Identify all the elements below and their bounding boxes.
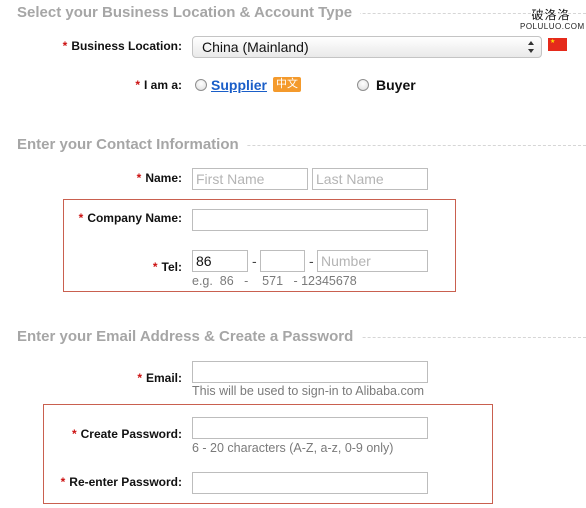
company-name-input[interactable] — [192, 209, 428, 231]
company-name-label: * Company Name: — [78, 211, 182, 225]
section-title-contact: Enter your Contact Information — [17, 136, 247, 153]
email-input[interactable] — [192, 361, 428, 383]
business-location-select[interactable]: China (Mainland) — [192, 36, 542, 58]
first-name-input[interactable] — [192, 168, 308, 190]
section-title-email-password: Enter your Email Address & Create a Pass… — [17, 328, 362, 345]
tel-country-code-input[interactable] — [192, 250, 248, 272]
reenter-password-input[interactable] — [192, 472, 428, 494]
china-flag-icon: ★ — [548, 38, 567, 51]
select-arrows-icon — [528, 41, 534, 53]
watermark-latin: POLULUO.COM — [520, 22, 585, 31]
name-label: * Name: — [136, 171, 182, 185]
buyer-label[interactable]: Buyer — [376, 77, 416, 93]
tel-separator: - — [252, 253, 257, 269]
tel-separator: - — [309, 253, 314, 269]
reenter-password-label: * Re-enter Password: — [60, 475, 182, 489]
iam-label: * I am a: — [135, 78, 182, 92]
email-label: * Email: — [137, 371, 182, 385]
tel-label: * Tel: — [152, 260, 182, 274]
password-hint: 6 - 20 characters (A-Z, a-z, 0-9 only) — [192, 441, 394, 455]
tel-example-hint: e.g. 86 - 571 - 12345678 — [192, 274, 357, 288]
tel-number-input[interactable] — [317, 250, 428, 272]
chinese-version-badge[interactable]: 中文 — [273, 77, 301, 92]
tel-area-code-input[interactable] — [260, 250, 305, 272]
required-mark: * — [62, 39, 68, 53]
section-title-location: Select your Business Location & Account … — [17, 4, 361, 21]
create-password-input[interactable] — [192, 417, 428, 439]
business-location-value: China (Mainland) — [202, 39, 309, 55]
supplier-link[interactable]: Supplier — [211, 77, 267, 93]
business-location-label: * Business Location: — [62, 39, 182, 53]
watermark-chinese: 破洛洛 — [531, 8, 571, 22]
supplier-radio[interactable] — [195, 79, 207, 91]
last-name-input[interactable] — [312, 168, 428, 190]
watermark-logo: 破洛洛 POLULUO.COM — [520, 8, 585, 32]
email-hint: This will be used to sign-in to Alibaba.… — [192, 384, 425, 398]
buyer-radio[interactable] — [357, 79, 369, 91]
create-password-label: * Create Password: — [71, 427, 182, 441]
